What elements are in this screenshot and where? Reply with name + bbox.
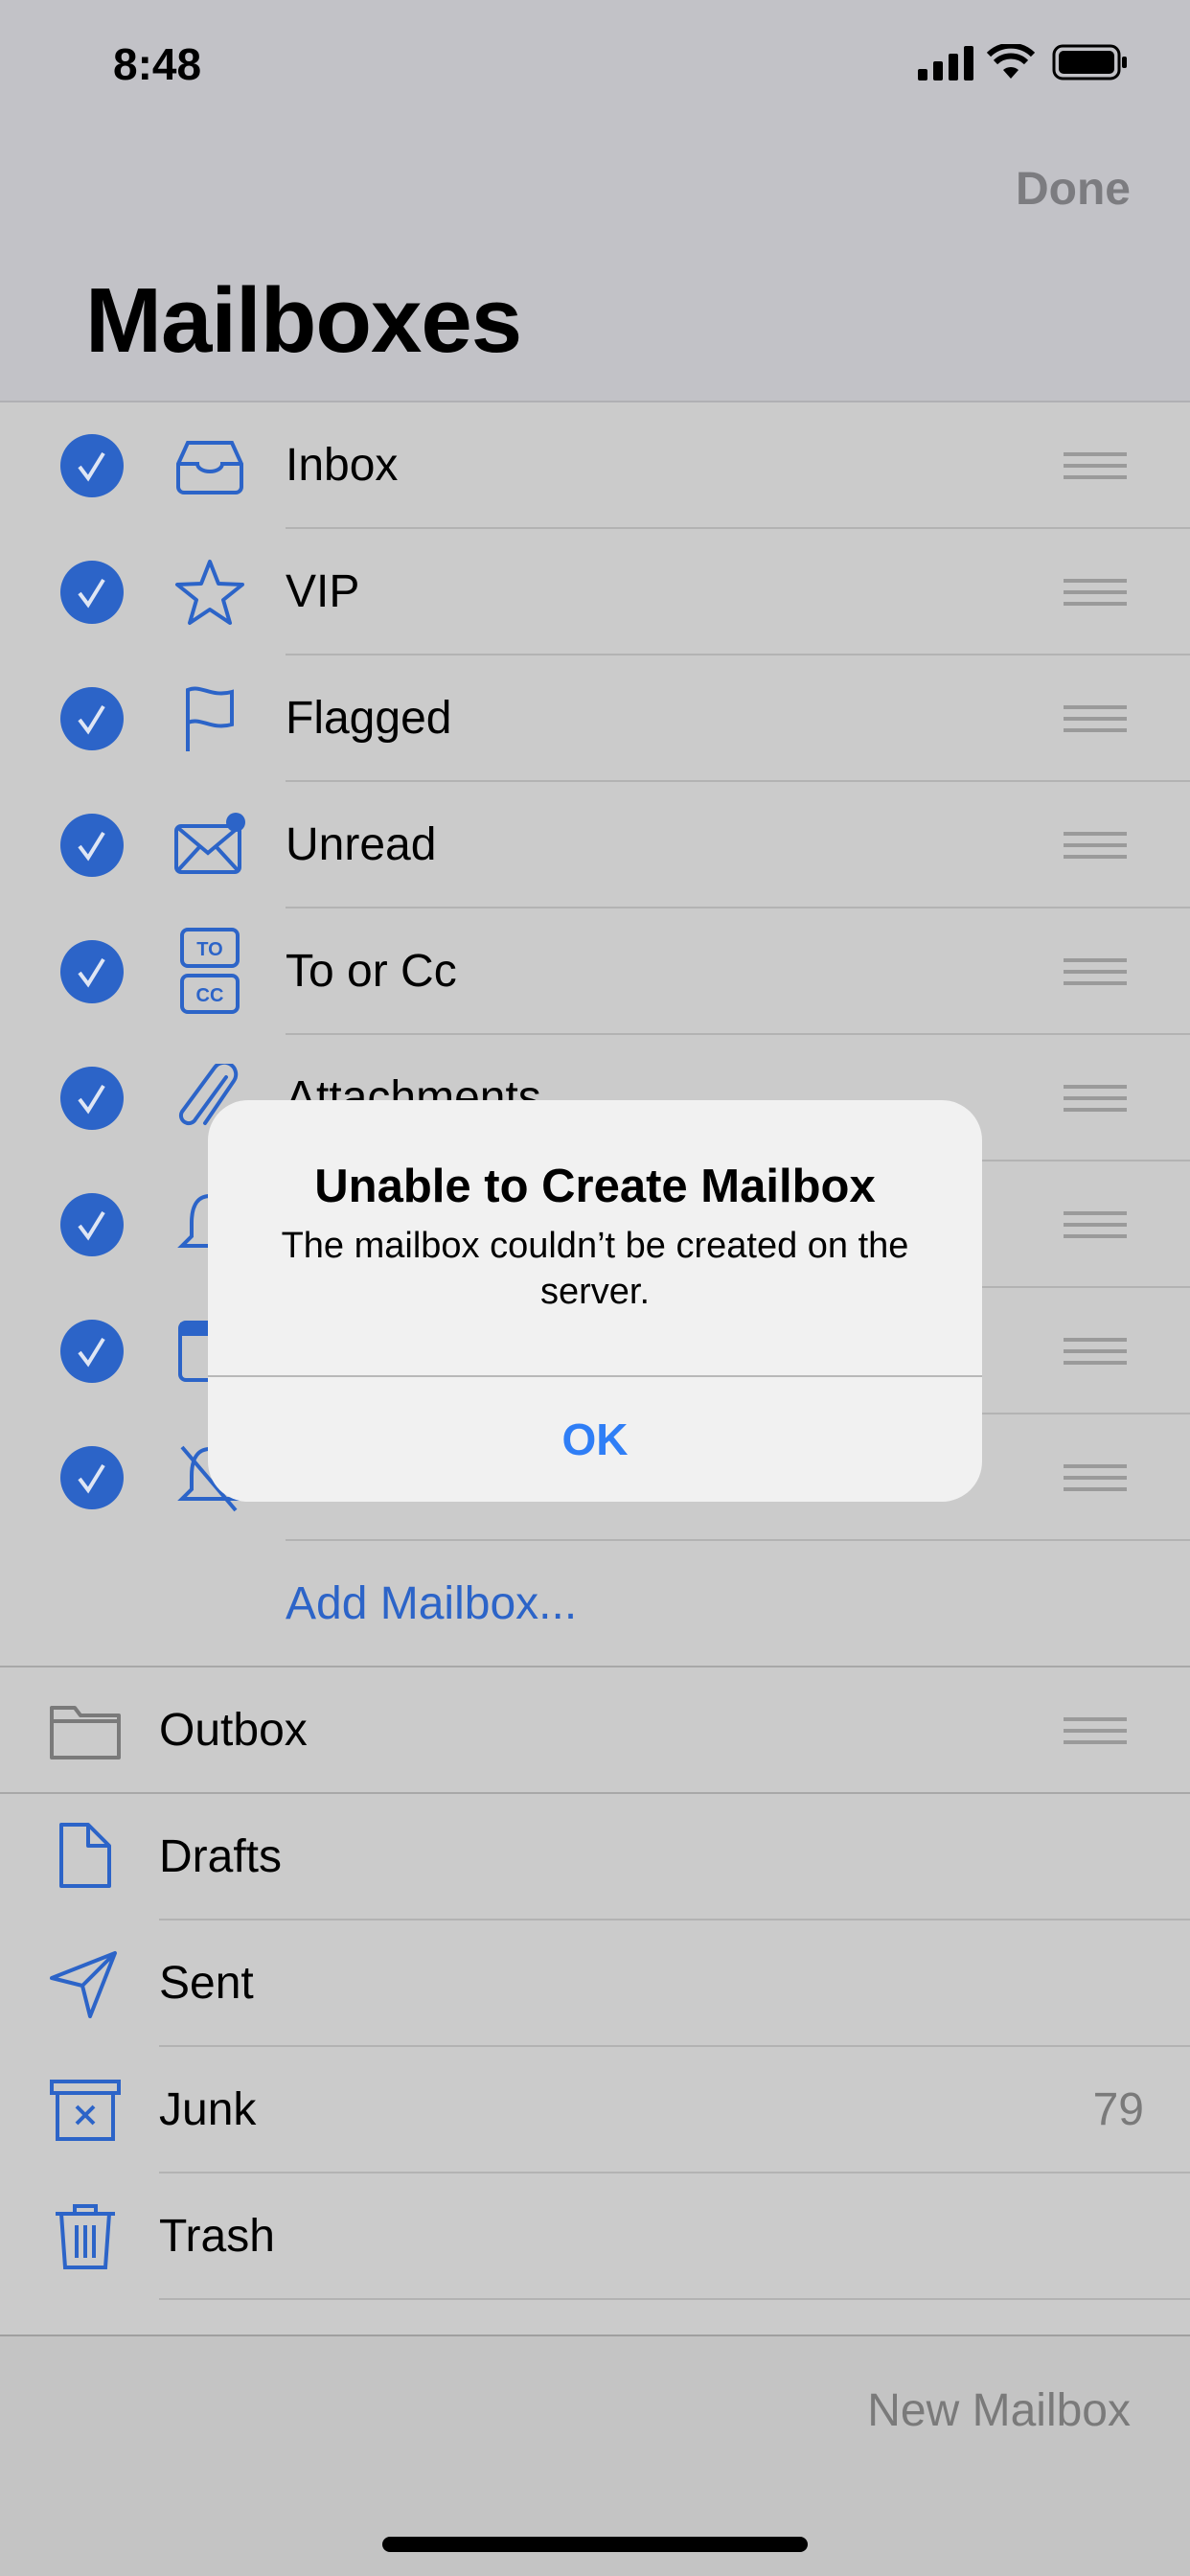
reorder-handle[interactable]: [1064, 705, 1127, 732]
mailbox-label: Trash: [159, 2211, 275, 2262]
mailbox-label: Sent: [159, 1958, 254, 2009]
mailbox-row-drafts[interactable]: Drafts: [0, 1794, 1190, 1920]
mailbox-label: Flagged: [286, 693, 452, 744]
unread-count: 79: [1092, 2084, 1144, 2135]
mailbox-row-inbox[interactable]: Inbox: [0, 402, 1190, 529]
paperplane-icon: [50, 1951, 117, 2018]
svg-text:TO: TO: [196, 939, 222, 960]
done-button[interactable]: Done: [1016, 163, 1131, 216]
checkmark-icon[interactable]: [60, 687, 124, 750]
star-icon: [175, 560, 244, 625]
mailbox-label: Drafts: [159, 1831, 283, 1882]
checkmark-icon[interactable]: [60, 940, 124, 1003]
mailbox-label: Junk: [159, 2084, 257, 2135]
svg-text:CC: CC: [196, 985, 224, 1006]
add-mailbox-button[interactable]: Add Mailbox...: [286, 1541, 577, 1668]
mailbox-row-trash[interactable]: Trash: [0, 2174, 1190, 2300]
checkmark-icon[interactable]: [60, 1320, 124, 1383]
reorder-handle[interactable]: [1064, 452, 1127, 479]
mailbox-row-junk[interactable]: Junk 79: [0, 2047, 1190, 2174]
inbox-icon: [176, 441, 243, 494]
folder-icon: [50, 1706, 121, 1760]
checkmark-icon[interactable]: [60, 1067, 124, 1130]
junk-icon: [50, 2080, 121, 2141]
alert-dialog: Unable to Create Mailbox The mailbox cou…: [208, 1100, 982, 1502]
reorder-handle[interactable]: [1064, 1464, 1127, 1491]
mailbox-row-unread[interactable]: Unread: [0, 782, 1190, 908]
mailbox-row-flagged[interactable]: Flagged: [0, 656, 1190, 782]
checkmark-icon[interactable]: [60, 1446, 124, 1509]
mailbox-row-outbox[interactable]: Outbox: [0, 1668, 1190, 1794]
mailbox-label: Inbox: [286, 440, 399, 491]
mailbox-row-sent[interactable]: Sent: [0, 1920, 1190, 2047]
reorder-handle[interactable]: [1064, 1211, 1127, 1238]
cellular-signal-icon: [918, 46, 973, 80]
mailbox-label: Unread: [286, 819, 437, 870]
reorder-handle[interactable]: [1064, 1338, 1127, 1365]
mailbox-label: Outbox: [159, 1705, 308, 1756]
mailbox-label: VIP: [286, 566, 360, 617]
envelope-unread-icon: [174, 813, 245, 874]
page-title: Mailboxes: [85, 269, 522, 372]
trash-icon: [56, 2204, 115, 2269]
home-indicator[interactable]: [382, 2537, 808, 2552]
mailbox-label: To or Cc: [286, 946, 457, 997]
reorder-handle[interactable]: [1064, 1717, 1127, 1744]
checkmark-icon[interactable]: [60, 561, 124, 624]
ok-button[interactable]: OK: [208, 1377, 982, 1502]
document-icon: [59, 1823, 111, 1888]
mailbox-row-to-cc[interactable]: TO CC To or Cc: [0, 908, 1190, 1035]
checkmark-icon[interactable]: [60, 1193, 124, 1256]
checkmark-icon[interactable]: [60, 814, 124, 877]
navigation-header: 8:48 Done Mailboxes: [0, 0, 1190, 402]
reorder-handle[interactable]: [1064, 1085, 1127, 1112]
alert-message: The mailbox couldn’t be created on the s…: [281, 1226, 909, 1312]
mailbox-row-vip[interactable]: VIP: [0, 529, 1190, 656]
wifi-icon: [987, 44, 1035, 79]
reorder-handle[interactable]: [1064, 832, 1127, 859]
status-time: 8:48: [113, 39, 202, 89]
alert-title: Unable to Create Mailbox: [314, 1161, 876, 1212]
flag-icon: [186, 686, 234, 751]
checkmark-icon[interactable]: [60, 434, 124, 497]
battery-icon: [1052, 44, 1127, 80]
reorder-handle[interactable]: [1064, 958, 1127, 985]
reorder-handle[interactable]: [1064, 579, 1127, 606]
to-cc-icon: TO CC: [180, 928, 240, 1014]
new-mailbox-button[interactable]: New Mailbox: [867, 2384, 1131, 2437]
